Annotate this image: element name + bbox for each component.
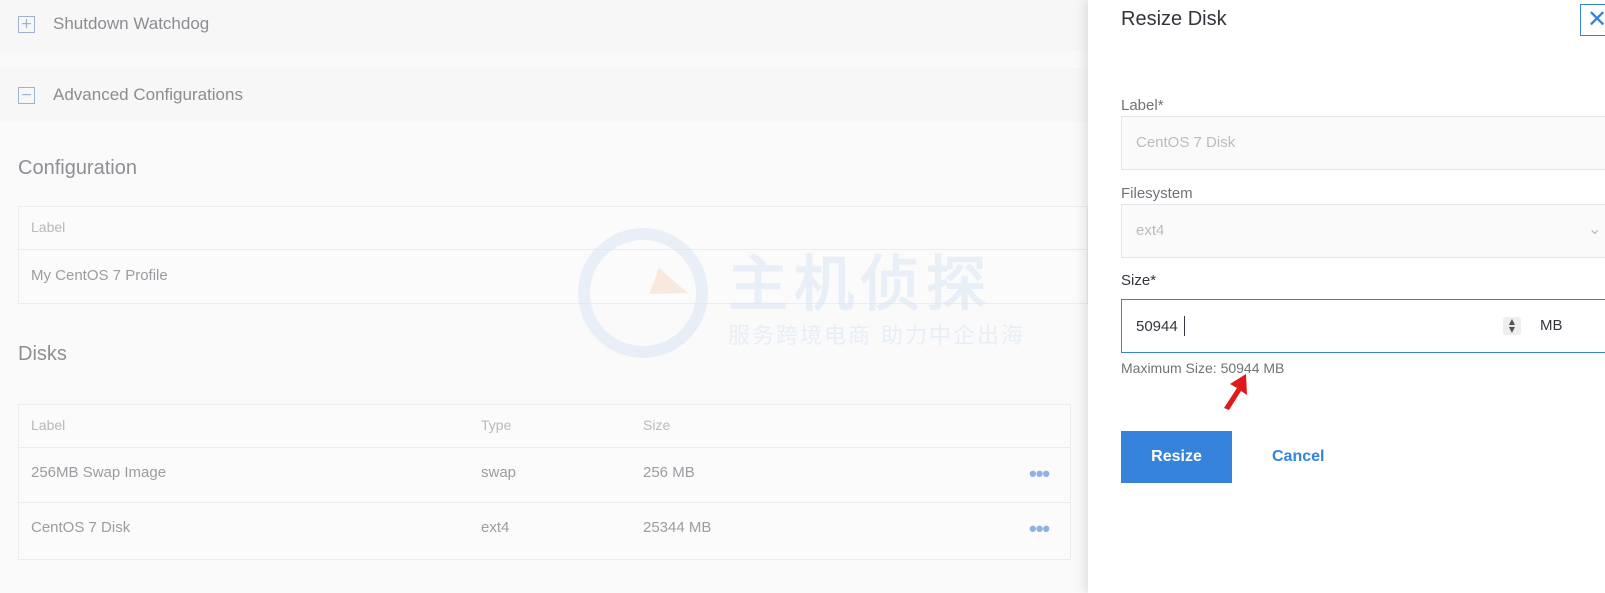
size-unit: MB bbox=[1540, 317, 1563, 334]
section-title: Shutdown Watchdog bbox=[53, 14, 210, 33]
disks-table: Label Type Size 256MB Swap Image swap 25… bbox=[18, 404, 1071, 560]
size-field: ▲▼ MB bbox=[1121, 299, 1605, 353]
advanced-configurations-section[interactable]: − Advanced Configurations bbox=[0, 68, 1088, 122]
disks-heading: Disks bbox=[18, 343, 67, 365]
cancel-button[interactable]: Cancel bbox=[1258, 431, 1338, 483]
drawer-title: Resize Disk bbox=[1121, 8, 1227, 30]
required-asterisk: * bbox=[1150, 272, 1157, 289]
disk-type: swap bbox=[481, 464, 517, 481]
divider bbox=[19, 502, 1070, 503]
disk-type: ext4 bbox=[481, 519, 510, 536]
configuration-label-value: My CentOS 7 Profile bbox=[31, 267, 168, 284]
filesystem-select-value: ext4 bbox=[1136, 222, 1165, 239]
disk-label: 256MB Swap Image bbox=[31, 464, 167, 481]
chevron-down-icon: ⌄ bbox=[1588, 219, 1602, 238]
expand-icon[interactable]: + bbox=[18, 15, 35, 33]
filesystem-select[interactable]: ext4 ⌄ bbox=[1121, 204, 1605, 258]
size-column-header: Size bbox=[643, 417, 671, 433]
number-stepper[interactable]: ▲ ▼ bbox=[1503, 317, 1521, 335]
max-size-helper-text: Maximum Size: 50944 MB bbox=[1121, 360, 1285, 376]
label-column-header: Label bbox=[31, 417, 66, 433]
collapse-icon[interactable]: − bbox=[18, 86, 35, 104]
text-cursor bbox=[1184, 316, 1185, 336]
more-actions-icon[interactable]: ••• bbox=[1029, 518, 1050, 540]
resize-button[interactable]: Resize bbox=[1121, 431, 1232, 483]
label-input-value: CentOS 7 Disk bbox=[1136, 134, 1236, 151]
filesystem-field-label: Filesystem bbox=[1121, 185, 1193, 202]
more-actions-icon[interactable]: ••• bbox=[1029, 463, 1050, 485]
label-text: Label bbox=[1121, 97, 1158, 114]
disk-size: 25344 MB bbox=[643, 519, 712, 536]
disk-size: 256 MB bbox=[643, 464, 695, 481]
resize-disk-drawer: Resize Disk ✕ Label* CentOS 7 Disk Files… bbox=[1088, 0, 1605, 593]
label-text: Size bbox=[1121, 272, 1151, 289]
size-field-label: Size* bbox=[1121, 272, 1156, 289]
close-button[interactable]: ✕ bbox=[1580, 4, 1605, 36]
annotation-arrow-icon bbox=[1224, 374, 1247, 410]
divider bbox=[19, 447, 1070, 448]
label-column-header: Label bbox=[31, 219, 66, 235]
watermark-main-text: 主机侦探 bbox=[728, 250, 992, 320]
watermark: 主机侦探 服务跨境电商 助力中企出海 bbox=[578, 228, 1038, 358]
shutdown-watchdog-section[interactable]: + Shutdown Watchdog bbox=[0, 0, 1088, 51]
watermark-globe-icon bbox=[578, 228, 708, 358]
required-asterisk: * bbox=[1157, 97, 1164, 114]
disk-label: CentOS 7 Disk bbox=[31, 519, 131, 536]
background-page: + Shutdown Watchdog − Advanced Configura… bbox=[0, 0, 1088, 593]
type-column-header: Type bbox=[481, 417, 512, 433]
label-input[interactable]: CentOS 7 Disk bbox=[1121, 116, 1605, 170]
size-input[interactable] bbox=[1122, 300, 1522, 352]
page: + Shutdown Watchdog − Advanced Configura… bbox=[0, 0, 1605, 593]
label-field-label: Label* bbox=[1121, 97, 1164, 114]
watermark-sub-text: 服务跨境电商 助力中企出海 bbox=[728, 324, 1025, 349]
configuration-heading: Configuration bbox=[18, 157, 137, 179]
section-title: Advanced Configurations bbox=[53, 85, 243, 104]
close-icon: ✕ bbox=[1587, 5, 1605, 33]
